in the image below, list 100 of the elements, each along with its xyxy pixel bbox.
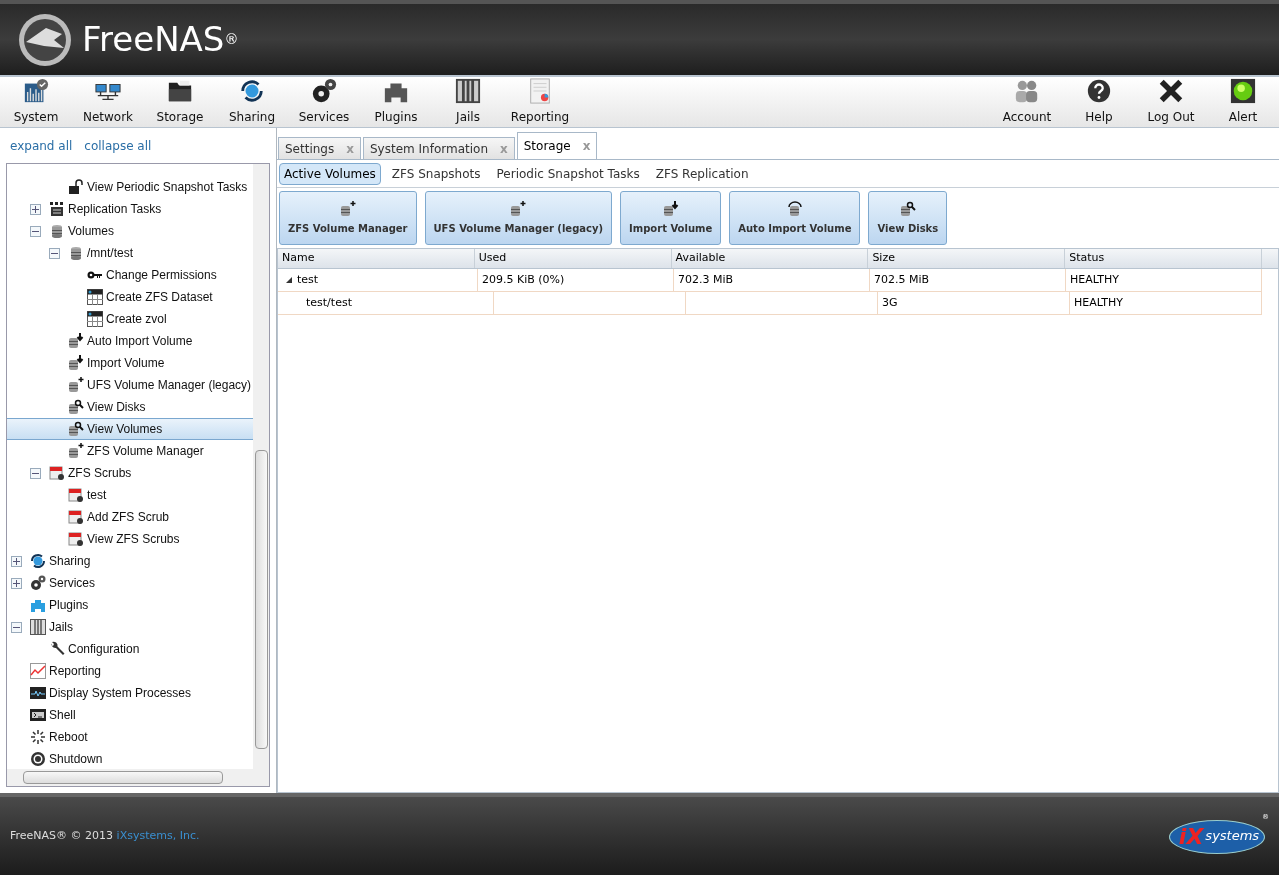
- power-icon: [30, 751, 46, 767]
- table-cell-text: 702.5 MiB: [874, 271, 930, 288]
- status-light-icon: [1229, 78, 1257, 104]
- table-cell-text: 3G: [882, 294, 898, 311]
- tree-item[interactable]: Services: [7, 572, 253, 594]
- toolbar-button[interactable]: Jails: [432, 78, 504, 126]
- tree-item[interactable]: Create zvol: [7, 308, 253, 330]
- toolbar-button[interactable]: Storage: [144, 78, 216, 126]
- tree-item[interactable]: ZFS Scrubs: [7, 462, 253, 484]
- folder-icon: [166, 78, 194, 104]
- toolbar-button[interactable]: Network: [72, 78, 144, 126]
- database-add-icon: [68, 377, 84, 393]
- tree-item[interactable]: Configuration: [7, 638, 253, 660]
- database-icon: [68, 245, 84, 261]
- lock-icon: [68, 179, 84, 195]
- tree-item[interactable]: View Periodic Snapshot Tasks: [7, 176, 253, 198]
- toolbar-button[interactable]: Sharing: [216, 78, 288, 126]
- tree-item[interactable]: ZFS Volume Manager: [7, 440, 253, 462]
- wrench-icon: [49, 641, 65, 657]
- database-search-icon: [899, 200, 916, 217]
- action-button[interactable]: UFS Volume Manager (legacy): [424, 191, 613, 245]
- toolbar-button[interactable]: Log Out: [1135, 78, 1207, 126]
- database-download-icon: [68, 333, 84, 349]
- tree-item[interactable]: Auto Import Volume: [7, 330, 253, 352]
- database-search-icon: [68, 399, 84, 415]
- toolbar-button[interactable]: Help: [1063, 78, 1135, 126]
- column-header[interactable]: Used: [474, 249, 672, 268]
- help-icon: [1085, 78, 1113, 104]
- collapse-icon[interactable]: [30, 467, 41, 479]
- grid-icon: [87, 311, 103, 327]
- copyright-text: FreeNAS® © 2013 iXsystems, Inc.: [10, 827, 200, 844]
- company-link[interactable]: iXsystems, Inc.: [116, 828, 200, 842]
- tree-item[interactable]: Sharing: [7, 550, 253, 572]
- tree-item[interactable]: Shutdown: [7, 748, 253, 769]
- action-button[interactable]: Import Volume: [620, 191, 722, 245]
- calendar-icon: [68, 531, 84, 547]
- tree-item[interactable]: Reporting: [7, 660, 253, 682]
- tree-item[interactable]: Add ZFS Scrub: [7, 506, 253, 528]
- tab[interactable]: Storage x: [516, 132, 598, 159]
- subtab[interactable]: ZFS Replication: [650, 162, 754, 185]
- expanded-arrow-icon[interactable]: [286, 277, 292, 283]
- table-cell-text: HEALTHY: [1070, 271, 1120, 288]
- database-download-icon: [662, 200, 679, 217]
- tree-item[interactable]: Create ZFS Dataset: [7, 286, 253, 308]
- collapse-icon[interactable]: [49, 247, 60, 259]
- expand-icon[interactable]: [11, 555, 22, 567]
- calendar-icon: [68, 487, 84, 503]
- database-search-icon: [68, 421, 84, 437]
- tree-item[interactable]: Import Volume: [7, 352, 253, 374]
- tree-item[interactable]: test: [7, 484, 253, 506]
- toolbar-button[interactable]: Services: [288, 78, 360, 126]
- collapse-icon[interactable]: [30, 225, 41, 237]
- horizontal-scrollbar[interactable]: [7, 769, 269, 786]
- tree-item[interactable]: View Disks: [7, 396, 253, 418]
- tree-item[interactable]: Display System Processes: [7, 682, 253, 704]
- tree-item[interactable]: Reboot: [7, 726, 253, 748]
- tree-link[interactable]: collapse all: [84, 136, 152, 155]
- database-add-icon: [339, 200, 356, 217]
- tree-item[interactable]: Change Permissions: [7, 264, 253, 286]
- tree-item[interactable]: View ZFS Scrubs: [7, 528, 253, 550]
- tree-item[interactable]: View Volumes: [7, 418, 253, 440]
- action-button[interactable]: Auto Import Volume: [729, 191, 861, 245]
- database-add-icon: [68, 443, 84, 459]
- subtab[interactable]: Active Volumes: [279, 162, 381, 185]
- tree-item[interactable]: Jails: [7, 616, 253, 638]
- toolbar-button[interactable]: Alert: [1207, 78, 1279, 126]
- expand-icon[interactable]: [30, 203, 41, 215]
- tab[interactable]: System Information x: [362, 137, 515, 159]
- toolbar-button[interactable]: Reporting: [504, 78, 576, 126]
- column-header[interactable]: Name: [278, 249, 475, 268]
- list-icon: [49, 201, 65, 217]
- database-download-icon: [68, 355, 84, 371]
- vertical-scrollbar[interactable]: [253, 164, 269, 769]
- gears-icon: [310, 78, 338, 104]
- tree-link[interactable]: expand all: [10, 136, 73, 155]
- column-header[interactable]: Status: [1065, 249, 1262, 268]
- sync-globe-icon: [30, 553, 46, 569]
- tree-item[interactable]: Volumes: [7, 220, 253, 242]
- subtab[interactable]: Periodic Snapshot Tasks: [491, 162, 645, 185]
- tree-item[interactable]: Plugins: [7, 594, 253, 616]
- expand-icon[interactable]: [11, 577, 22, 589]
- action-button[interactable]: ZFS Volume Manager: [279, 191, 417, 245]
- subtab[interactable]: ZFS Snapshots: [386, 162, 486, 185]
- tree-item[interactable]: Replication Tasks: [7, 198, 253, 220]
- toolbar-button[interactable]: System: [0, 78, 72, 126]
- column-header[interactable]: Available: [671, 249, 869, 268]
- database-sync-icon: [786, 200, 803, 217]
- bar-chart-check-icon: [22, 78, 50, 104]
- action-button[interactable]: View Disks: [868, 191, 948, 245]
- tab[interactable]: Settings x: [278, 137, 361, 159]
- tree-item[interactable]: Shell: [7, 704, 253, 726]
- bars-icon: [454, 78, 482, 104]
- toolbar-button[interactable]: Account: [991, 78, 1063, 126]
- column-header[interactable]: Size: [868, 249, 1066, 268]
- collapse-icon[interactable]: [11, 621, 22, 633]
- tree-item[interactable]: /mnt/test: [7, 242, 253, 264]
- table-cell-text: 209.5 KiB (0%): [482, 271, 565, 288]
- toolbar-button[interactable]: Plugins: [360, 78, 432, 126]
- logo-text: FreeNAS$^{®}$: [82, 18, 239, 61]
- tree-item[interactable]: UFS Volume Manager (legacy): [7, 374, 253, 396]
